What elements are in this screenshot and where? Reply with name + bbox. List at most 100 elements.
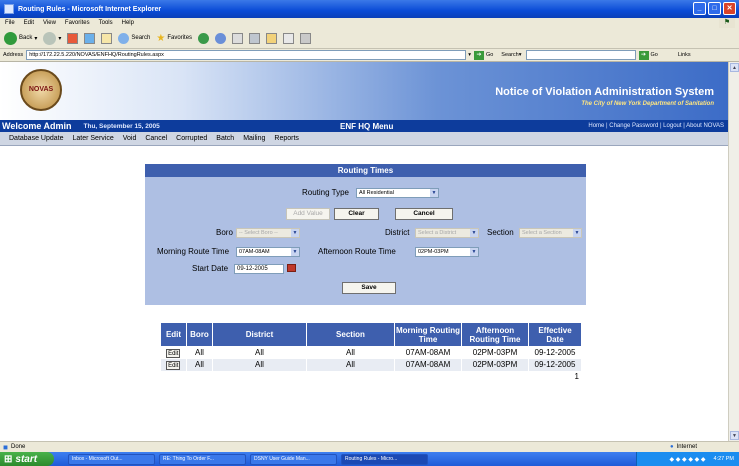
- research-icon[interactable]: [300, 32, 312, 44]
- cell-effective-date: 09-12-2005: [528, 346, 582, 359]
- clock: 4:27 PM: [713, 456, 734, 462]
- edit-icon[interactable]: [249, 32, 261, 44]
- boro-select[interactable]: -- Select Boro -- ▼: [236, 228, 300, 238]
- refresh-icon[interactable]: [84, 32, 96, 44]
- window-title-bar[interactable]: Routing Rules - Microsoft Internet Explo…: [0, 0, 739, 18]
- cell-boro: All: [186, 346, 213, 359]
- section-select[interactable]: Select a Section ▼: [519, 228, 582, 238]
- pager-page-1[interactable]: 1: [160, 370, 582, 383]
- clear-button[interactable]: Clear: [334, 208, 379, 220]
- chevron-down-icon: ▼: [291, 248, 299, 256]
- nav-corrupted[interactable]: Corrupted: [176, 135, 207, 142]
- add-value-button[interactable]: Add Value: [286, 208, 330, 220]
- history-icon[interactable]: [215, 32, 227, 44]
- system-name: Notice of Violation Administration Syste…: [495, 87, 714, 110]
- address-label: Address: [3, 52, 24, 58]
- back-button[interactable]: Back ▾: [4, 31, 37, 45]
- browser-toolbar: Back ▾ ▾ Search ★ Favorites: [0, 28, 739, 49]
- save-button[interactable]: Save: [342, 282, 396, 294]
- novas-logo: NOVAS: [20, 69, 62, 111]
- task-email[interactable]: RE: Thing To Order F...: [159, 453, 246, 465]
- nav-batch[interactable]: Batch: [216, 135, 234, 142]
- search-icon: [118, 32, 130, 44]
- vertical-scrollbar[interactable]: ▲ ▼: [728, 62, 739, 441]
- search-label: Search: [501, 52, 519, 58]
- print-icon[interactable]: [232, 32, 244, 44]
- scroll-down-icon[interactable]: ▼: [730, 431, 739, 440]
- status-text: Done: [10, 444, 26, 450]
- search-input[interactable]: [525, 50, 636, 60]
- edit-button[interactable]: Edit: [166, 348, 181, 358]
- calendar-icon[interactable]: [287, 264, 296, 272]
- media-icon[interactable]: [198, 32, 210, 44]
- cell-boro: All: [186, 358, 213, 371]
- folder-icon[interactable]: [266, 32, 278, 44]
- go-button[interactable]: ➔ Go: [473, 50, 493, 60]
- home-icon[interactable]: [101, 32, 113, 44]
- address-input[interactable]: http://172.22.5.220/NOVAS/ENFHQ/RoutingR…: [26, 50, 467, 60]
- menu-view[interactable]: View: [43, 20, 56, 26]
- menu-bar: File Edit View Favorites Tools Help ⚑: [0, 18, 739, 28]
- menu-title: ENF HQ Menu: [340, 121, 394, 131]
- edit-button[interactable]: Edit: [166, 360, 181, 370]
- cell-section: All: [306, 358, 395, 371]
- nav-mailing[interactable]: Mailing: [243, 135, 265, 142]
- routing-type-select[interactable]: All Residential ▼: [356, 188, 439, 198]
- start-date-label: Start Date: [192, 264, 229, 273]
- nav-later-service[interactable]: Later Service: [72, 135, 113, 142]
- favorites-button[interactable]: ★ Favorites: [156, 33, 192, 44]
- forward-arrow-icon: [43, 31, 57, 45]
- cell-morning-time: 07AM-08AM: [394, 346, 462, 359]
- nav-reports[interactable]: Reports: [274, 135, 299, 142]
- forward-button[interactable]: ▾: [43, 31, 61, 45]
- task-word[interactable]: DSNY User Guide Man...: [250, 453, 337, 465]
- messenger-icon[interactable]: [283, 32, 295, 44]
- main-nav: Database Update Later Service Void Cance…: [0, 132, 728, 146]
- chevron-down-icon: ▼: [430, 189, 438, 197]
- search-go-button[interactable]: ➔ Go: [638, 50, 658, 60]
- stop-icon[interactable]: [67, 32, 79, 44]
- nav-database-update[interactable]: Database Update: [9, 135, 63, 142]
- menu-favorites[interactable]: Favorites: [65, 20, 90, 26]
- window-title: Routing Rules - Microsoft Internet Explo…: [18, 5, 162, 13]
- morning-route-time-select[interactable]: 07AM-08AM ▼: [236, 247, 300, 257]
- start-button[interactable]: ⊞ start: [0, 452, 54, 466]
- close-button[interactable]: ✕: [723, 2, 736, 15]
- cell-district: All: [212, 358, 307, 371]
- minimize-button[interactable]: _: [693, 2, 706, 15]
- security-zone: ● Internet: [670, 444, 697, 450]
- search-button[interactable]: Search: [118, 32, 150, 44]
- windows-logo-icon: ⊞: [4, 453, 13, 465]
- nav-cancel[interactable]: Cancel: [145, 135, 167, 142]
- tray-icons[interactable]: ◆ ◆ ◆ ◆ ◆ ◆: [669, 456, 705, 463]
- cell-morning-time: 07AM-08AM: [394, 358, 462, 371]
- col-morning-routing-time: Morning Routing Time: [394, 322, 462, 347]
- links-label[interactable]: Links: [678, 52, 691, 58]
- grid-header-row: Edit Boro District Section Morning Routi…: [160, 322, 582, 347]
- cancel-button[interactable]: Cancel: [395, 208, 453, 220]
- nav-void[interactable]: Void: [123, 135, 137, 142]
- col-effective-date: Effective Date: [528, 322, 582, 347]
- menu-edit[interactable]: Edit: [24, 20, 34, 26]
- afternoon-route-time-label: Afternoon Route Time: [318, 247, 396, 256]
- chevron-down-icon: ▼: [470, 248, 478, 256]
- maximize-button[interactable]: □: [708, 2, 721, 15]
- window-controls: _ □ ✕: [693, 2, 736, 15]
- menu-tools[interactable]: Tools: [99, 20, 113, 26]
- task-routing-rules[interactable]: Routing Rules - Micro...: [341, 453, 428, 465]
- scroll-up-icon[interactable]: ▲: [730, 63, 739, 72]
- task-outlook[interactable]: Inbox - Microsoft Out...: [68, 453, 155, 465]
- cell-afternoon-time: 02PM-03PM: [461, 346, 529, 359]
- address-dropdown-icon[interactable]: ▾: [468, 52, 471, 58]
- section-label: Section: [487, 228, 514, 237]
- district-select[interactable]: Select a District ▼: [415, 228, 479, 238]
- routing-type-label: Routing Type: [302, 188, 349, 197]
- header-links[interactable]: Home | Change Password | Logout | About …: [588, 123, 724, 129]
- menu-help[interactable]: Help: [122, 20, 134, 26]
- start-date-input[interactable]: 09-12-2005: [234, 264, 284, 274]
- site-header: NOVAS Notice of Violation Administration…: [0, 62, 728, 120]
- chevron-down-icon: ▼: [291, 229, 299, 237]
- back-arrow-icon: [4, 31, 17, 45]
- afternoon-route-time-select[interactable]: 02PM-03PM ▼: [415, 247, 479, 257]
- menu-file[interactable]: File: [5, 20, 15, 26]
